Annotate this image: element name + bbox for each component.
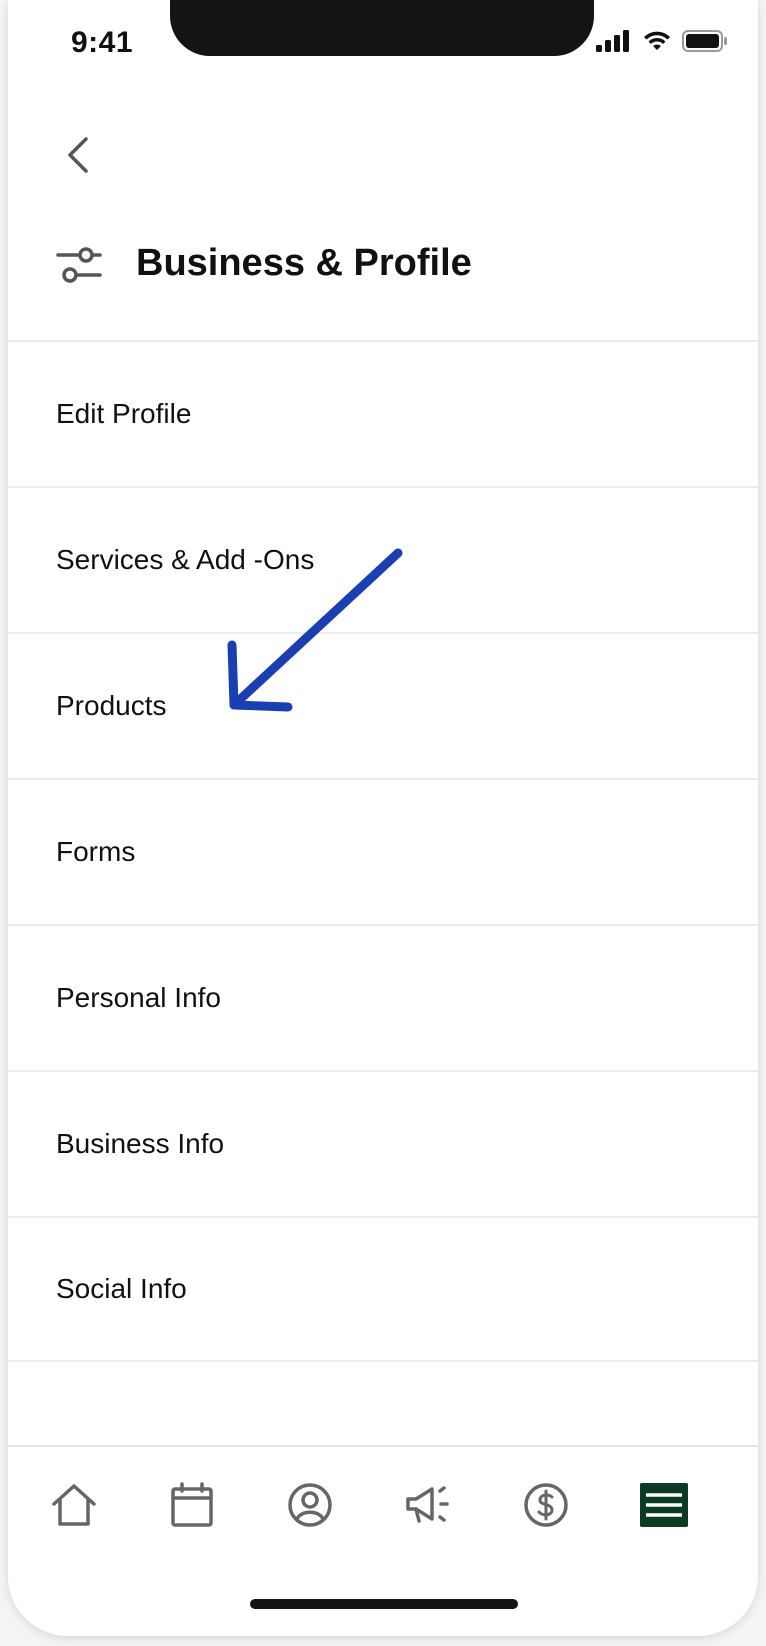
cellular-signal-icon (596, 30, 629, 52)
menu-item-label: Personal Info (56, 982, 221, 1013)
tab-payments[interactable] (516, 1475, 576, 1535)
menu-icon (640, 1483, 688, 1527)
menu-item-label: Services & Add -Ons (56, 544, 315, 575)
menu-item-social-info[interactable]: Social Info (8, 1216, 758, 1362)
menu-item-forms[interactable]: Forms (8, 778, 758, 924)
profile-icon (288, 1483, 332, 1527)
bottom-tab-bar (8, 1445, 758, 1636)
menu-item-edit-profile[interactable]: Edit Profile (8, 340, 758, 486)
page-title: Business & Profile (136, 242, 472, 284)
menu-item-label: Forms (56, 836, 136, 867)
back-button[interactable] (58, 130, 98, 180)
status-icons (596, 30, 728, 52)
calendar-icon (171, 1482, 213, 1527)
home-indicator (250, 1599, 518, 1609)
status-time: 9:41 (71, 26, 134, 59)
menu-item-personal-info[interactable]: Personal Info (8, 924, 758, 1070)
phone-screen: 9:41 Business & Profile Edit Profile Ser… (8, 0, 758, 1636)
megaphone-icon (406, 1486, 449, 1523)
menu-item-products[interactable]: Products (8, 632, 758, 778)
menu-item-services-add-ons[interactable]: Services & Add -Ons (8, 486, 758, 632)
device-notch (170, 0, 594, 56)
menu-item-label: Edit Profile (56, 398, 192, 429)
tab-home[interactable] (44, 1475, 104, 1535)
menu-item-label: Social Info (56, 1273, 187, 1304)
tab-marketing[interactable] (398, 1475, 458, 1535)
menu-item-business-info[interactable]: Business Info (8, 1070, 758, 1216)
chevron-left-icon (68, 137, 88, 173)
sliders-icon (56, 247, 102, 283)
dollar-icon (524, 1483, 568, 1527)
battery-icon (682, 30, 727, 52)
menu-item-label: Business Info (56, 1128, 225, 1159)
home-icon (52, 1484, 96, 1526)
tab-more[interactable] (634, 1475, 694, 1535)
wifi-icon (644, 31, 670, 50)
tab-clients[interactable] (280, 1475, 340, 1535)
tab-calendar[interactable] (162, 1475, 222, 1535)
settings-menu: Edit Profile Services & Add -Ons Product… (8, 340, 758, 1362)
menu-item-label: Products (56, 690, 167, 721)
